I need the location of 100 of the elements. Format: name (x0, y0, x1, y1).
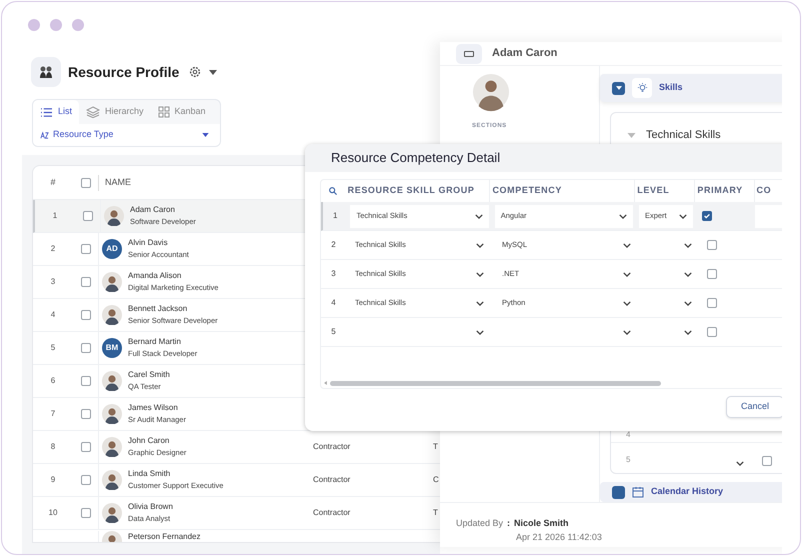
chevron-down-icon (474, 214, 483, 218)
row-number: 1 (52, 210, 58, 222)
updated-by-name: Nicole Smith (514, 517, 569, 530)
person-name: Carel Smith (128, 369, 170, 381)
chevron-down-icon (618, 214, 627, 218)
chevron-down-icon (623, 330, 631, 334)
chevron-down-icon (684, 272, 692, 276)
row-number: 10 (48, 507, 58, 519)
person-name: James Wilson (128, 402, 179, 414)
person-name: Adam Caron (130, 204, 176, 216)
person-name: Peterson Fernandez (128, 531, 200, 542)
row-number: 7 (50, 408, 56, 420)
person-name: Alvin Davis (128, 237, 169, 249)
page-title: Resource Profile (68, 62, 180, 82)
checkbox[interactable] (80, 442, 90, 452)
row-number: 2 (330, 239, 337, 251)
grid-icon (158, 106, 170, 118)
updated-by-label: Updated By (456, 517, 504, 530)
person-name: Bennett Jackson (128, 303, 188, 315)
person-name: Amanda Alison (128, 270, 182, 282)
row-number: 1 (332, 210, 338, 222)
row-number: 3 (330, 268, 337, 280)
chevron-down-icon (684, 300, 692, 306)
chevron-down-icon (476, 272, 484, 276)
section-bar[interactable]: Calendar History (600, 482, 782, 502)
chevron-down-icon (623, 242, 631, 248)
person-name: Olivia Brown (128, 501, 173, 513)
cancel-button[interactable]: Cancel (726, 396, 782, 418)
table-cell: T (433, 441, 438, 453)
section-title: Calendar History (651, 485, 724, 498)
checkbox[interactable] (82, 211, 92, 221)
table-cell: C (433, 474, 439, 486)
avatar (104, 206, 124, 226)
section-title: Skills (659, 81, 683, 94)
checkbox[interactable] (80, 244, 90, 254)
updated-date: Apr 21 2026 11:42:03 (516, 530, 603, 544)
row-number: 4 (330, 297, 337, 309)
column-header: NAME (98, 174, 132, 190)
avatar (102, 470, 122, 490)
dialog-title: Resource Competency Detail (331, 149, 500, 168)
search-icon[interactable] (328, 186, 338, 196)
checkbox[interactable] (80, 178, 90, 188)
toggle-icon (612, 486, 625, 498)
avatar (102, 305, 122, 325)
sort-icon (40, 130, 49, 140)
row-number: 4 (50, 309, 56, 321)
chevron-down-icon (736, 461, 744, 466)
group-title: Technical Skills (646, 128, 721, 143)
person-name: John Caron (128, 435, 170, 447)
avatar (102, 404, 122, 424)
checkbox[interactable] (707, 327, 717, 337)
profile-avatar (472, 72, 510, 112)
scrollbar-thumb[interactable] (330, 380, 661, 386)
caret-icon[interactable] (209, 70, 218, 74)
view-tab[interactable]: List (33, 100, 80, 124)
checkbox[interactable] (80, 277, 90, 287)
settings-icon[interactable] (188, 65, 202, 79)
checkbox[interactable] (80, 343, 90, 353)
row-number: 6 (50, 375, 56, 387)
calendar-icon (632, 486, 644, 498)
chevron-down-icon (623, 272, 631, 276)
chevron-down-icon (476, 330, 484, 334)
table-cell-text: Contractor (313, 441, 352, 453)
checkbox[interactable] (762, 456, 772, 466)
checkbox[interactable] (80, 475, 90, 485)
record-title: Adam Caron (492, 46, 558, 62)
caret-icon (202, 133, 209, 138)
checkbox[interactable] (707, 298, 717, 308)
person-name: Linda Smith (128, 468, 172, 480)
chevron-down-icon (684, 330, 692, 334)
avatar (102, 437, 122, 457)
avatar: BM (102, 338, 122, 358)
chevron-down-icon (684, 242, 692, 248)
chevron-down-icon (476, 300, 484, 306)
table-row[interactable]: Peterson Fernandez (33, 530, 440, 542)
checkbox[interactable] (80, 409, 90, 419)
table-cell-text: Contractor (313, 474, 352, 486)
checkbox[interactable] (707, 240, 717, 250)
column-header: # (49, 176, 56, 189)
lightbulb-icon (632, 78, 652, 98)
toggle-icon[interactable] (612, 82, 625, 94)
group-by-dropdown[interactable]: Resource Type (33, 124, 220, 146)
section-bar[interactable]: Skills (600, 74, 782, 102)
avatar (102, 503, 122, 523)
row-number: 9 (50, 474, 56, 486)
checkbox[interactable] (80, 310, 90, 320)
scroll-left-icon[interactable] (324, 381, 327, 385)
checkbox[interactable] (702, 211, 712, 221)
chevron-down-icon (476, 242, 484, 248)
table-cell: T (433, 507, 438, 519)
row-number: 4 (626, 429, 632, 441)
checkbox[interactable] (80, 508, 90, 518)
avatar (102, 371, 122, 391)
person-name: Bernard Martin (128, 336, 182, 348)
resource-icon (31, 57, 61, 87)
list-icon (40, 106, 53, 118)
checkbox[interactable] (707, 269, 717, 279)
row-number: 3 (50, 276, 56, 288)
checkbox[interactable] (80, 376, 90, 386)
row-number: 8 (50, 441, 56, 453)
